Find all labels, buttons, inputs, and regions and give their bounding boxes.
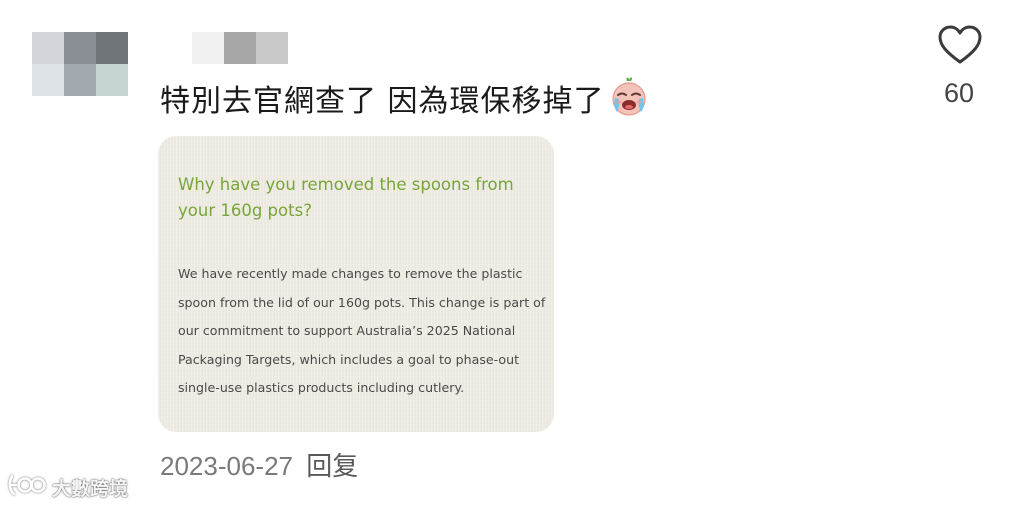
username-blurred[interactable] — [192, 32, 288, 64]
comment-text: 特別去官網查了 因為環保移掉了 — [160, 74, 651, 131]
avatar-pixel — [96, 64, 128, 96]
avatar-pixel — [96, 32, 128, 64]
avatar-pixel — [64, 32, 96, 64]
faq-question: Why have you removed the spoons from you… — [178, 175, 514, 220]
comment-body: 特別去官網查了 因為環保移掉了 — [160, 84, 605, 119]
watermark-text: 大數跨境 — [52, 478, 129, 500]
attached-image[interactable]: Why have you removed the spoons from you… — [158, 136, 554, 432]
heart-outline-icon[interactable] — [936, 24, 984, 66]
username-pixel — [192, 32, 224, 64]
avatar-pixel — [64, 64, 96, 96]
comment-page: 特別去官網查了 因為環保移掉了 60 Why have you removed … — [0, 0, 1024, 505]
avatar-pixel — [32, 64, 64, 96]
reply-button[interactable]: 回复 — [306, 452, 358, 482]
loudly-crying-face-emoji-icon — [607, 74, 651, 131]
faq-answer: We have recently made changes to remove … — [178, 266, 546, 396]
avatar[interactable] — [32, 32, 128, 96]
username-pixel — [256, 32, 288, 64]
username-pixel — [224, 32, 256, 64]
comment-meta: 2023-06-27 回复 — [160, 446, 358, 483]
like-count: 60 — [943, 78, 975, 108]
watermark: 大數跨境 — [8, 472, 128, 503]
comment-date: 2023-06-27 — [160, 451, 293, 481]
avatar-pixel — [32, 32, 64, 64]
brand-logo-icon — [8, 472, 46, 503]
